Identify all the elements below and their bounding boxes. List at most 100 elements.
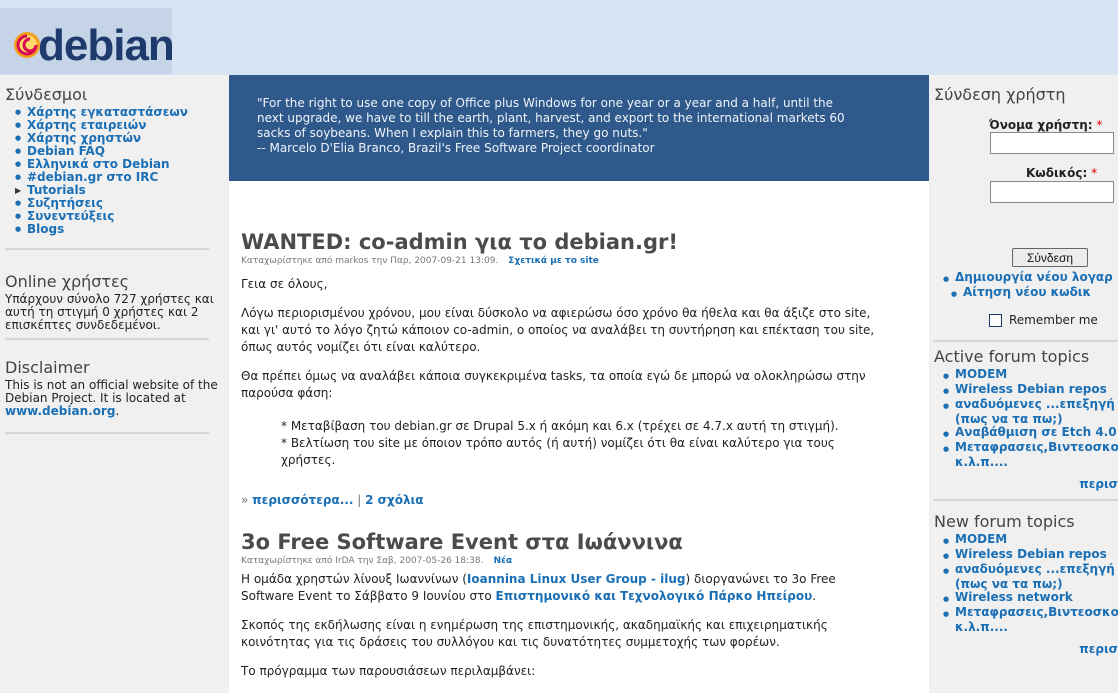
text-line: Λόγω περιορισμένου χρόνου, μου είναι δύσ…: [241, 306, 871, 320]
bullet-icon: ●: [15, 225, 22, 233]
bullet-icon: ●: [15, 147, 22, 155]
quote-line: next upgrade, we have to till the earth,…: [257, 111, 845, 125]
post-title-text[interactable]: 3ο Free Software Event στα Ιωάννινα: [241, 530, 683, 554]
links-item[interactable]: ● Blogs: [15, 223, 221, 236]
post-links: » περισσότερα... | 2 σχόλια: [241, 493, 917, 507]
topic-item[interactable]: κ.λ.π....: [943, 621, 1118, 634]
topic-link[interactable]: αναδυόμενες ...επεξηγή: [955, 398, 1115, 413]
topic-link[interactable]: αναδυόμενες ...επεξηγή: [955, 563, 1115, 578]
login-button[interactable]: Σύνδεση: [1012, 248, 1088, 267]
post-category-link[interactable]: Νέα: [493, 556, 512, 566]
read-more-link[interactable]: περισσότερα...: [252, 493, 353, 507]
account-link-item[interactable]: ● Αίτηση νέου κωδικ: [943, 286, 1113, 301]
post-body: Γεια σε όλους, Λόγω περιορισμένου χρόνου…: [241, 276, 917, 469]
topic-item[interactable]: ● MODEM: [943, 533, 1118, 548]
post-item: 3ο Free Software Event στα Ιωάννινα Κατα…: [241, 529, 917, 692]
post-category-link[interactable]: Σχετικά με το site: [508, 256, 599, 266]
active-topics-block: Active forum topics ● MODEM ● Wireless Deb…: [929, 341, 1118, 491]
new-topics-more-link[interactable]: περισ: [1079, 642, 1118, 656]
request-password-link[interactable]: Αίτηση νέου κωδικ: [963, 286, 1091, 301]
remember-me[interactable]: Remember me: [989, 313, 1098, 327]
text-line: και γι' αυτό το λόγο ζητώ κάποιον co-adm…: [241, 323, 875, 337]
bullet-icon: ●: [943, 275, 950, 283]
topic-item[interactable]: ● Μεταφρασεις,Βιντεοσκο: [943, 441, 1118, 456]
text-line: παρούσα φάση:: [241, 386, 333, 400]
topic-link[interactable]: κ.λ.π....: [955, 621, 1008, 634]
post-paragraph: Σκοπός της εκδήλωσης είναι η ενημέρωση τ…: [241, 617, 917, 651]
post-meta: Καταχωρίστηκε από markos την Παρ, 2007-0…: [241, 255, 917, 267]
post-title[interactable]: 3ο Free Software Event στα Ιωάννινα: [241, 529, 917, 555]
task-item: * Μεταβίβαση του debian.gr σε Drupal 5.x…: [281, 419, 839, 433]
bullet-icon: ●: [943, 537, 950, 545]
task-list: * Μεταβίβαση του debian.gr σε Drupal 5.x…: [281, 418, 917, 469]
topic-link[interactable]: Μεταφρασεις,Βιντεοσκο: [955, 606, 1118, 621]
disclaimer-title: Disclaimer: [5, 358, 90, 377]
text-line: Software Event το Σάββατο 9 Ιουνίου στο: [241, 589, 492, 603]
post-paragraph: Γεια σε όλους,: [241, 277, 328, 291]
active-more-row: περισ: [929, 477, 1118, 491]
post-title[interactable]: WANTED: co-admin για το debian.gr!: [241, 229, 917, 255]
online-users-title: Online χρήστες: [5, 272, 130, 291]
active-topics-more-link[interactable]: περισ: [1079, 477, 1118, 491]
topic-item[interactable]: ● Αναβάθμιση σε Etch 4.0: [943, 426, 1118, 441]
topic-item[interactable]: ● αναδυόμενες ...επεξηγή: [943, 563, 1118, 578]
topic-item[interactable]: ● Wireless Debian repos: [943, 383, 1118, 398]
required-mark: *: [1096, 118, 1103, 132]
task-item: * Βελτίωση του site με όποιον τρόπο αυτό…: [281, 436, 835, 450]
username-input[interactable]: [990, 132, 1114, 154]
post-title-text[interactable]: WANTED: co-admin για το debian.gr!: [241, 230, 678, 254]
topic-item[interactable]: ● Μεταφρασεις,Βιντεοσκο: [943, 606, 1118, 621]
online-users-block: Online χρήστες Υπάρχουν σύνολο 727 χρήστ…: [0, 272, 229, 340]
topic-link[interactable]: Wireless Debian repos: [955, 383, 1107, 398]
topic-item[interactable]: ● MODEM: [943, 368, 1118, 383]
username-label-text: Όνομα χρήστη:: [989, 118, 1093, 132]
text-line: Σκοπός της εκδήλωσης είναι η ενημέρωση τ…: [241, 618, 828, 632]
post-submitted: Καταχωρίστηκε από markos την Παρ, 2007-0…: [241, 256, 499, 266]
link-blogs[interactable]: Blogs: [27, 223, 64, 236]
online-users-text: Υπάρχουν σύνολο 727 χρήστες και αυτή τη …: [5, 292, 214, 332]
topic-link[interactable]: MODEM: [955, 533, 1007, 548]
logo-text: debian: [38, 21, 175, 70]
bullet-icon: ●: [15, 212, 22, 220]
ilug-link[interactable]: Ioannina Linux User Group - ilug: [467, 572, 686, 586]
topic-link[interactable]: Αναβάθμιση σε Etch 4.0: [955, 426, 1117, 441]
post-item: WANTED: co-admin για το debian.gr! Καταχ…: [241, 229, 917, 507]
disclaimer-body: This is not an official website of the D…: [5, 378, 218, 405]
bullet-icon: ●: [15, 173, 22, 181]
more-prefix: »: [241, 493, 249, 507]
bullet-icon: ●: [943, 430, 950, 438]
right-sidebar: Σύνδεση χρήστη Όνομα χρήστη: * Κωδικός: …: [929, 75, 1118, 693]
bullet-icon: ●: [15, 134, 22, 142]
text-line: ) διοργανώνει το 3ο Free: [685, 572, 836, 586]
topic-item[interactable]: ● αναδυόμενες ...επεξηγή: [943, 398, 1118, 413]
topic-link[interactable]: Wireless network: [955, 591, 1073, 606]
quote-author: -- Marcelo D'Elia Branco, Brazil's Free …: [257, 141, 655, 155]
topic-item[interactable]: κ.λ.π....: [943, 456, 1118, 469]
text-line: κοινότητας για τις δράσεις του συλλόγου …: [241, 635, 780, 649]
topic-link[interactable]: Μεταφρασεις,Βιντεοσκο: [955, 441, 1118, 456]
science-park-link[interactable]: Επιστημονικό και Τεχνολογικό Πάρκο Ηπείρ…: [496, 589, 813, 603]
text-line: όπως αυτός νομίζει ότι είναι καλύτερο.: [241, 340, 481, 354]
active-topics-title: Active forum topics: [934, 347, 1090, 366]
account-link-item[interactable]: ● Δημιουργία νέου λογαρ: [943, 271, 1113, 286]
left-sidebar: Σύνδεσμοι ● Χάρτης εγκαταστάσεων ● Χάρτης …: [0, 75, 229, 693]
topic-link[interactable]: Wireless Debian repos: [955, 548, 1107, 563]
divider: [5, 248, 209, 250]
comments-link[interactable]: 2 σχόλια: [365, 493, 423, 507]
topic-link[interactable]: MODEM: [955, 368, 1007, 383]
topic-item[interactable]: ● Wireless network: [943, 591, 1118, 606]
topic-item[interactable]: ● Wireless Debian repos: [943, 548, 1118, 563]
topic-link[interactable]: κ.λ.π....: [955, 456, 1008, 469]
remember-me-checkbox[interactable]: [989, 313, 1002, 327]
post-paragraph: Λόγω περιορισμένου χρόνου, μου είναι δύσ…: [241, 305, 917, 356]
bullet-icon: ●: [943, 610, 950, 618]
quote-line: sacks of soybeans. When I explain this t…: [257, 126, 648, 140]
bullet-icon: ●: [15, 160, 22, 168]
password-label: Κωδικός: *: [1026, 166, 1097, 180]
debian-logo[interactable]: debian: [0, 8, 175, 74]
create-account-link[interactable]: Δημιουργία νέου λογαρ: [955, 271, 1113, 286]
links-title: Σύνδεσμοι: [5, 85, 88, 104]
debian-org-link[interactable]: www.debian.org: [5, 404, 115, 418]
expand-triangle-icon[interactable]: ▶: [15, 184, 27, 197]
password-input[interactable]: [990, 181, 1114, 203]
